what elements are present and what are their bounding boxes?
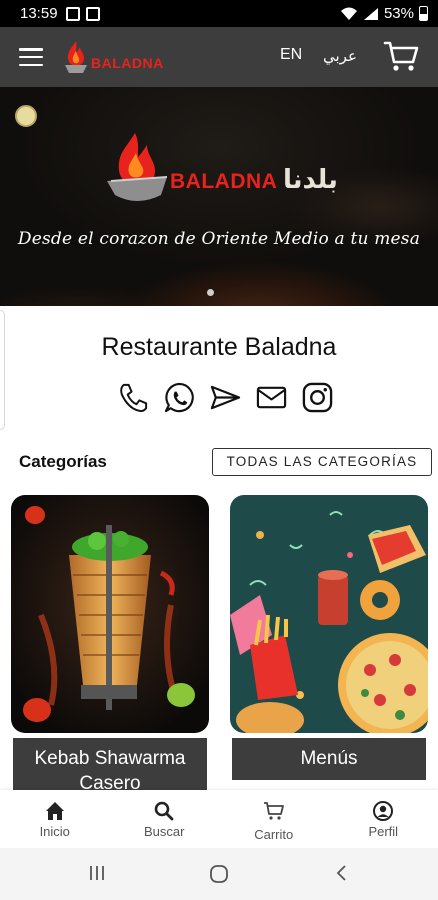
battery-percent: 53% (383, 5, 414, 22)
signal-icon (363, 7, 378, 20)
carousel-indicator[interactable] (207, 289, 214, 296)
language-en-button[interactable]: EN (280, 46, 302, 64)
logo-text: BALADNA (91, 55, 164, 71)
categories-heading: Categorías (19, 452, 107, 471)
home-icon (45, 802, 64, 820)
kebab-shawarma-image (11, 495, 209, 733)
flame-logo-icon (65, 41, 87, 73)
status-bar: 13:59 53% (0, 0, 438, 27)
contact-icons-row (117, 381, 334, 414)
recent-apps-icon[interactable] (88, 864, 106, 882)
award-badge-icon (15, 105, 37, 127)
hero-brand-arabic: بلدنا (283, 165, 338, 195)
cart-icon[interactable] (383, 39, 419, 73)
menus-food-image (230, 495, 428, 733)
all-categories-button[interactable]: TODAS LAS CATEGORÍAS (212, 448, 432, 476)
mail-icon[interactable] (255, 381, 288, 414)
nav-label-buscar: Buscar (144, 824, 185, 839)
home-button-icon[interactable] (209, 864, 229, 884)
gallery-notification-icon (65, 6, 80, 21)
category-card-menus[interactable]: Menús (230, 495, 428, 795)
nav-item-inicio[interactable]: Inicio (0, 790, 110, 848)
wifi-icon (340, 7, 357, 20)
language-ar-button[interactable]: عربي (323, 47, 357, 65)
hero-banner[interactable]: BALADNA بلدنا Desde el corazon de Orient… (0, 87, 438, 306)
status-right: 53% (340, 5, 428, 22)
category-image-kebab (11, 495, 209, 733)
app-logo[interactable]: BALADNA (63, 37, 164, 77)
nav-label-inicio: Inicio (39, 824, 70, 839)
hero-brand-text: BALADNA (170, 170, 278, 193)
notification-icons (65, 6, 100, 21)
nav-item-buscar[interactable]: Buscar (110, 790, 220, 848)
category-label-kebab: Kebab Shawarma Casero (13, 738, 207, 795)
nav-label-perfil: Perfil (368, 824, 399, 839)
send-icon[interactable] (209, 381, 242, 414)
hero-tagline: Desde el corazon de Oriente Medio a tu m… (17, 229, 421, 249)
nav-label-carrito: Carrito (254, 827, 294, 842)
hamburger-menu-button[interactable] (19, 48, 43, 66)
category-card-kebab[interactable]: Kebab Shawarma Casero (11, 495, 209, 795)
side-drawer-handle[interactable] (0, 310, 5, 430)
back-icon[interactable] (334, 864, 348, 882)
nav-item-carrito[interactable]: Carrito (219, 790, 329, 848)
category-image-menus (230, 495, 428, 733)
profile-icon (373, 801, 394, 821)
search-icon (154, 801, 174, 821)
phone-icon[interactable] (117, 381, 150, 414)
top-app-bar: BALADNA EN عربي (0, 27, 438, 87)
system-navigation-bar (0, 848, 438, 900)
bottom-navigation: Inicio Buscar Carrito Perfil (0, 790, 438, 848)
status-time: 13:59 (20, 5, 58, 22)
app-notification-icon (85, 6, 100, 21)
cart-nav-icon (263, 802, 284, 820)
battery-icon (419, 6, 428, 21)
restaurant-title: Restaurante Baladna (101, 333, 337, 361)
instagram-icon[interactable] (301, 381, 334, 414)
category-label-menus: Menús (232, 738, 426, 780)
whatsapp-icon[interactable] (163, 381, 196, 414)
nav-item-perfil[interactable]: Perfil (329, 790, 438, 848)
